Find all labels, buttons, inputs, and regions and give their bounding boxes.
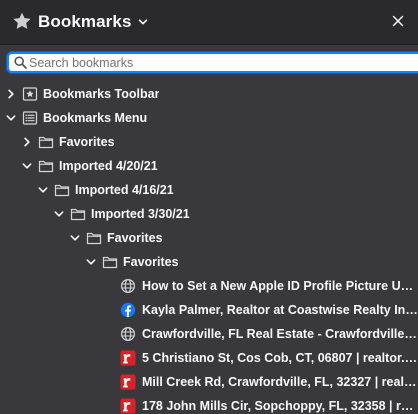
bookmark-folder[interactable]: Favorites <box>0 250 418 274</box>
sidebar-title: Bookmarks <box>38 12 132 31</box>
bookmark-item[interactable]: 178 John Mills Cir, Sopchoppy, FL, 32358… <box>0 394 418 414</box>
chevron-down-icon[interactable] <box>86 257 96 267</box>
bookmark-folder[interactable]: Imported 4/20/21 <box>0 154 418 178</box>
folder-icon <box>70 208 86 221</box>
bookmark-item[interactable]: 5 Christiano St, Cos Cob, CT, 06807 | re… <box>0 346 418 370</box>
bookmark-folder[interactable]: Imported 3/30/21 <box>0 202 418 226</box>
globe-icon <box>120 278 136 294</box>
search-icon <box>14 56 27 69</box>
folder-icon <box>86 232 102 245</box>
folder-icon <box>38 160 54 173</box>
search-input[interactable] <box>29 54 418 71</box>
bookmark-label: Favorites <box>59 135 115 149</box>
chevron-down-icon[interactable] <box>70 233 80 243</box>
bookmark-label: 5 Christiano St, Cos Cob, CT, 06807 | re… <box>142 351 418 365</box>
bookmark-label: Favorites <box>107 231 163 245</box>
chevron-right-icon[interactable] <box>22 137 32 147</box>
chevron-down-icon[interactable] <box>6 113 16 123</box>
bookmark-item[interactable]: How to Set a New Apple ID Profile Pictur… <box>0 274 418 298</box>
chevron-right-icon[interactable] <box>6 89 16 99</box>
bookmarks-menu-icon <box>22 111 38 125</box>
bookmarks-sidebar: Bookmarks Bookmarks Toolbar Bookmarks Men… <box>0 0 418 414</box>
bookmark-folder[interactable]: Imported 4/16/21 <box>0 178 418 202</box>
bookmark-folder[interactable]: Favorites <box>0 130 418 154</box>
bookmark-folder[interactable]: Favorites <box>0 226 418 250</box>
search-box[interactable] <box>7 52 418 73</box>
bookmark-label: Imported 4/20/21 <box>59 159 158 173</box>
chevron-down-icon[interactable] <box>22 161 32 171</box>
bookmark-label: Imported 3/30/21 <box>91 207 190 221</box>
bookmark-folder[interactable]: Bookmarks Toolbar <box>0 82 418 106</box>
folder-icon <box>38 136 54 149</box>
realtor-icon <box>120 398 136 414</box>
bookmark-label: Imported 4/16/21 <box>75 183 174 197</box>
close-icon[interactable] <box>390 13 406 29</box>
sidebar-header: Bookmarks <box>0 0 418 45</box>
bookmark-label: Favorites <box>123 255 179 269</box>
bookmark-label: How to Set a New Apple ID Profile Pictur… <box>142 279 418 293</box>
bookmark-label: Mill Creek Rd, Crawfordville, FL, 32327 … <box>142 375 418 389</box>
globe-icon <box>120 326 136 342</box>
chevron-down-icon <box>138 19 147 25</box>
bookmark-folder[interactable]: Bookmarks Menu <box>0 106 418 130</box>
bookmark-label: Bookmarks Toolbar <box>43 87 160 101</box>
realtor-icon <box>120 350 136 366</box>
folder-icon <box>54 184 70 197</box>
sidebar-switcher[interactable]: Bookmarks <box>38 10 148 34</box>
bookmark-label: Crawfordville, FL Real Estate - Crawford… <box>142 327 418 341</box>
bookmark-label: Kayla Palmer, Realtor at Coastwise Realt… <box>142 303 418 317</box>
bookmarks-toolbar-icon <box>22 87 38 101</box>
realtor-icon <box>120 374 136 390</box>
facebook-icon <box>120 302 136 318</box>
star-icon <box>13 12 31 29</box>
bookmark-item[interactable]: Crawfordville, FL Real Estate - Crawford… <box>0 322 418 346</box>
bookmark-item[interactable]: Kayla Palmer, Realtor at Coastwise Realt… <box>0 298 418 322</box>
chevron-down-icon[interactable] <box>38 185 48 195</box>
chevron-down-icon[interactable] <box>54 209 64 219</box>
bookmark-label: Bookmarks Menu <box>43 111 148 125</box>
bookmark-label: 178 John Mills Cir, Sopchoppy, FL, 32358… <box>142 399 418 413</box>
bookmark-item[interactable]: Mill Creek Rd, Crawfordville, FL, 32327 … <box>0 370 418 394</box>
folder-icon <box>102 256 118 269</box>
